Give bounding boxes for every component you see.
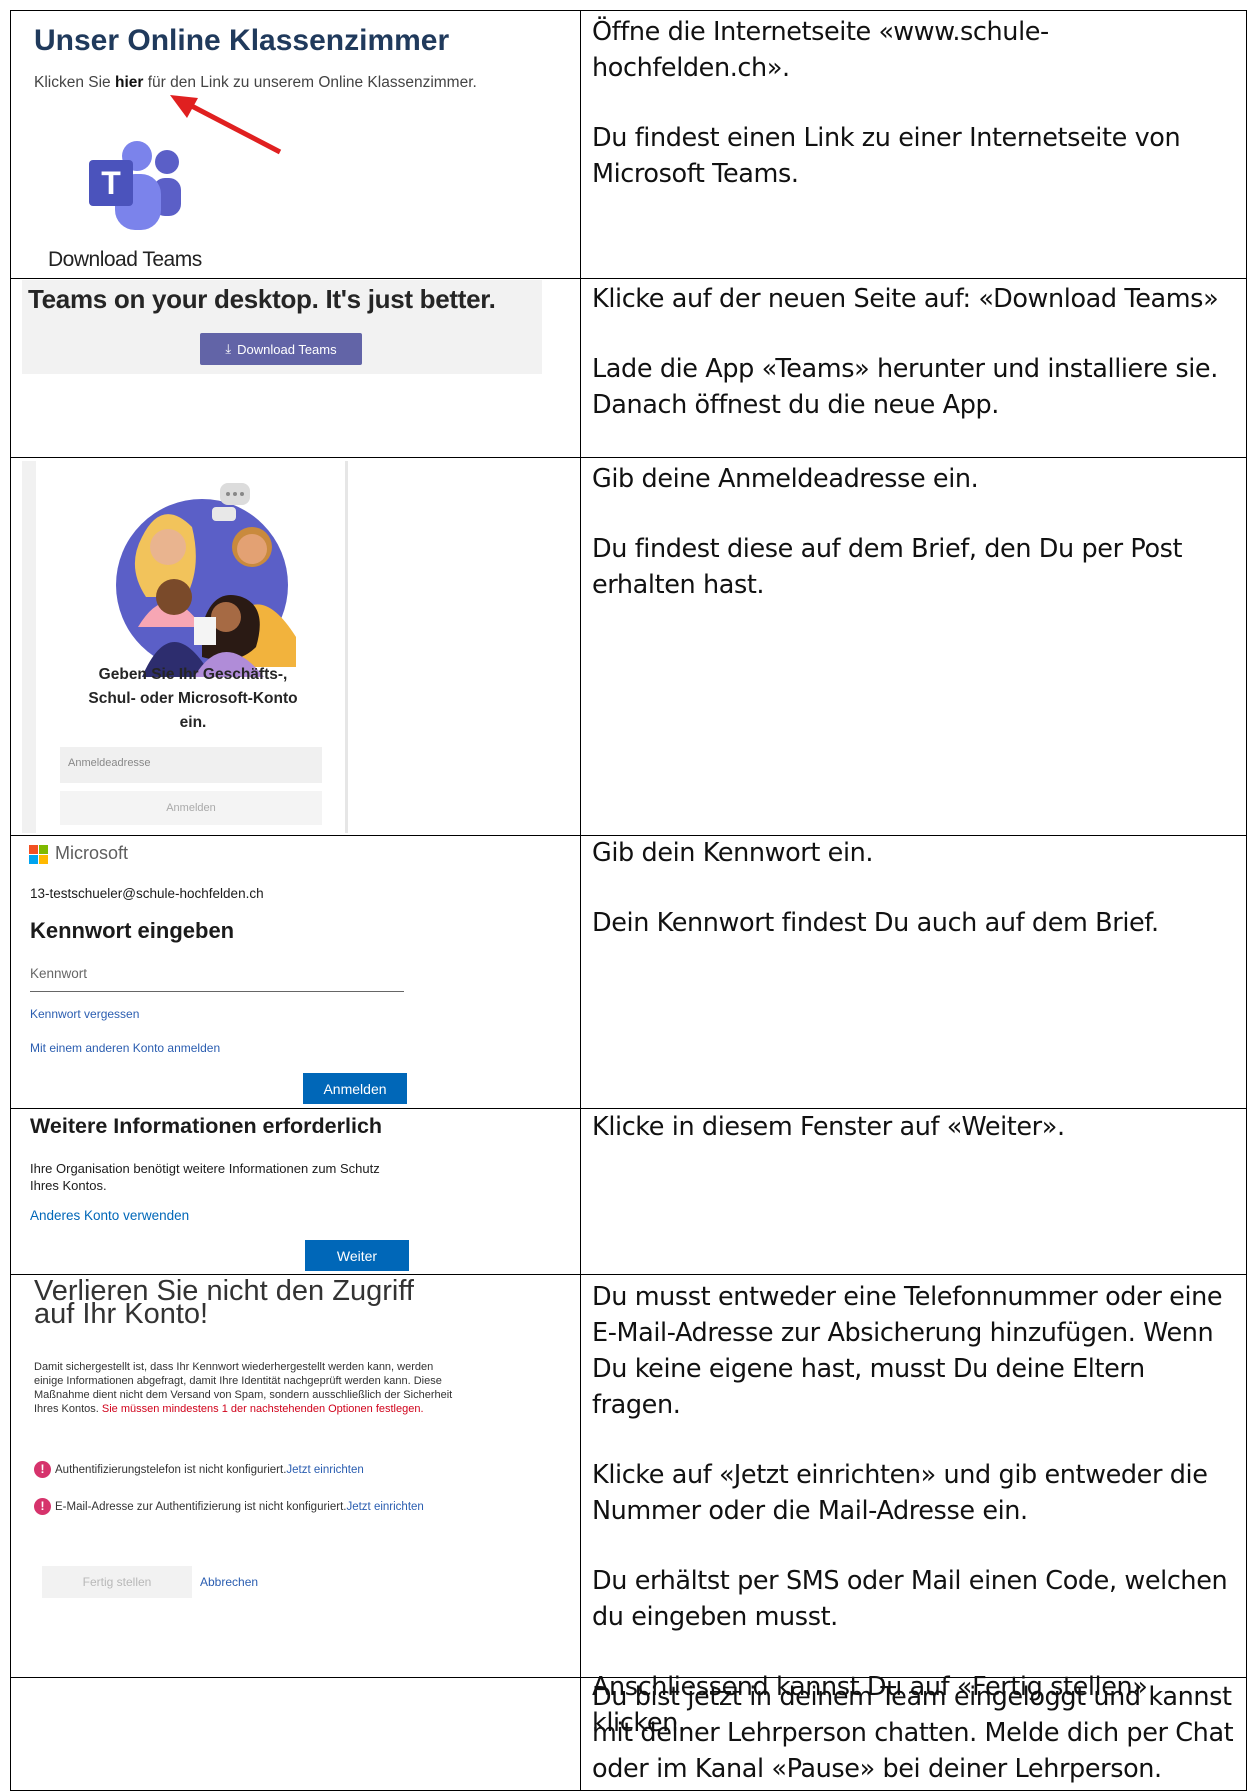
forgot-password-link[interactable]: Kennwort vergessen: [30, 1007, 139, 1021]
instruction-text: Klicke auf der neuen Seite auf: «Downloa…: [592, 284, 1219, 314]
instruction-text: Du bist jetzt in deinem Team eingeloggt …: [592, 1682, 1234, 1784]
row-divider: [10, 278, 1247, 279]
column-divider: [580, 10, 581, 1791]
other-account-link[interactable]: Mit einem anderen Konto anmelden: [30, 1041, 220, 1055]
instruction-cell: Gib deine Anmeldeadresse ein. Du findest…: [592, 461, 1237, 637]
password-heading: Kennwort eingeben: [30, 918, 235, 943]
password-screenshot: Microsoft 13-testschueler@schule-hochfel…: [20, 840, 420, 1105]
more-info-heading: Weitere Informationen erforderlich: [30, 1114, 383, 1138]
instruction-text: Klicke auf «Jetzt einrichten» und gib en…: [592, 1460, 1208, 1526]
download-teams-button[interactable]: ⤓ Download Teams: [200, 333, 362, 365]
password-field[interactable]: Kennwort: [30, 962, 404, 992]
instruction-text: Lade die App «Teams» herunter und instal…: [592, 354, 1218, 420]
microsoft-logo-icon: [29, 845, 49, 865]
instruction-cell: Klicke in diesem Fenster auf «Weiter».: [592, 1109, 1237, 1179]
phone-not-configured-row: ! Authentifizierungstelefon ist nicht ko…: [34, 1461, 364, 1478]
signin-submit-button[interactable]: Anmelden: [303, 1073, 407, 1104]
instruction-cell: Klicke auf der neuen Seite auf: «Downloa…: [592, 281, 1237, 457]
use-other-account-link[interactable]: Anderes Konto verwenden: [30, 1208, 189, 1223]
cancel-link[interactable]: Abbrechen: [200, 1575, 258, 1589]
security-info-screenshot: Verlieren Sie nicht den Zugriff auf Ihr …: [20, 1276, 580, 1676]
setup-phone-link[interactable]: Jetzt einrichten: [286, 1464, 363, 1476]
instruction-text: Gib dein Kennwort ein.: [592, 838, 874, 868]
next-button[interactable]: Weiter: [305, 1240, 409, 1271]
row-divider: [10, 1274, 1247, 1275]
download-teams-label[interactable]: Download Teams: [48, 248, 202, 272]
instruction-text: Gib deine Anmeldeadresse ein.: [592, 464, 979, 494]
instruction-text: Du erhältst per SMS oder Mail einen Code…: [592, 1566, 1228, 1632]
table-border-top: [10, 10, 1247, 11]
more-info-screenshot: Weitere Informationen erforderlich Ihre …: [20, 1110, 420, 1274]
required-notice: Sie müssen mindestens 1 der nachstehende…: [101, 1403, 424, 1415]
security-body: Damit sichergestellt ist, dass Ihr Kennw…: [34, 1361, 453, 1415]
instruction-text: Du findest einen Link zu einer Internets…: [592, 123, 1181, 189]
finish-button[interactable]: Fertig stellen: [42, 1566, 192, 1598]
instruction-text: Du findest diese auf dem Brief, den Du p…: [592, 534, 1183, 600]
instruction-text: Klicke in diesem Fenster auf «Weiter».: [592, 1112, 1065, 1142]
teams-logo-icon[interactable]: T: [75, 140, 185, 232]
instruction-text: Dein Kennwort findest Du auch auf dem Br…: [592, 908, 1159, 938]
instruction-text: Öffne die Internetseite «www.schule-hoch…: [592, 17, 1049, 83]
warning-icon: !: [34, 1498, 51, 1515]
teams-signin-screenshot: Geben Sie Ihr Geschäfts-, Schul- oder Mi…: [22, 461, 348, 833]
more-info-text: Ihre Organisation benötigt weitere Infor…: [30, 1161, 380, 1193]
email-not-configured-row: ! E-Mail-Adresse zur Authentifizierung i…: [34, 1498, 424, 1515]
svg-text:T: T: [101, 165, 121, 201]
account-email: 13-testschueler@schule-hochfelden.ch: [30, 886, 264, 901]
people-illustration: [116, 483, 296, 677]
microsoft-brand: Microsoft: [55, 843, 129, 863]
website-screenshot: Unser Online Klassenzimmer Klicken Sie h…: [12, 12, 580, 277]
table-border-left: [10, 10, 11, 1791]
instruction-cell: Öffne die Internetseite «www.schule-hoch…: [592, 14, 1237, 226]
setup-email-link[interactable]: Jetzt einrichten: [346, 1501, 423, 1513]
teams-download-screenshot: Teams on your desktop. It's just better.…: [22, 280, 542, 374]
signin-button[interactable]: Anmelden: [60, 791, 322, 825]
instruction-cell: Gib dein Kennwort ein. Dein Kennwort fin…: [592, 835, 1237, 975]
security-heading: Verlieren Sie nicht den Zugriff auf Ihr …: [34, 1276, 414, 1330]
instruction-text: Du musst entweder eine Telefonnummer ode…: [592, 1282, 1223, 1420]
row-divider: [10, 457, 1247, 458]
warning-icon: !: [34, 1461, 51, 1478]
signin-prompt: Geben Sie Ihr Geschäfts-, Schul- oder Mi…: [88, 666, 298, 731]
download-icon: ⤓: [225, 341, 232, 356]
instruction-cell: Du bist jetzt in deinem Team eingeloggt …: [592, 1679, 1237, 1791]
download-headline: Teams on your desktop. It's just better.: [28, 284, 496, 314]
signin-address-input[interactable]: Anmeldeadresse: [60, 747, 322, 783]
